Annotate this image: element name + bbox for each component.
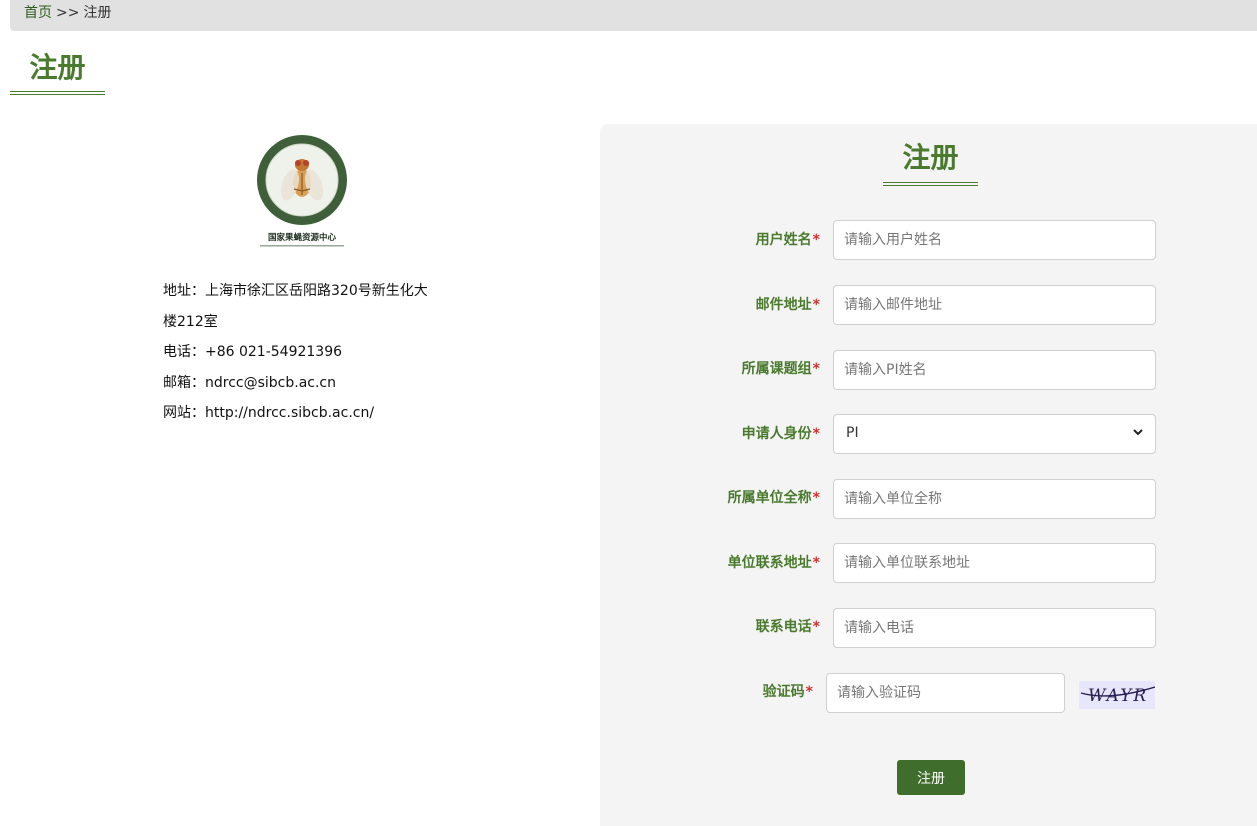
- required-mark: *: [812, 490, 820, 506]
- phone-label: 联系电话*: [755, 619, 820, 635]
- inst-address-label: 单位联系地址*: [727, 555, 820, 571]
- required-mark: *: [805, 684, 813, 700]
- logo: 国家果蝇资源中心: [257, 135, 347, 247]
- role-label: 申请人身份*: [741, 426, 820, 442]
- logo-caption: 国家果蝇资源中心: [268, 232, 337, 243]
- contact-phone: 电话：+86 021-54921396: [163, 344, 343, 360]
- username-input[interactable]: [833, 220, 1156, 260]
- group-input[interactable]: [833, 350, 1156, 390]
- contact-info: 地址：上海市徐汇区岳阳路320号新生化大 楼212室 电话：+86 021-54…: [163, 276, 463, 429]
- breadcrumb-separator: >>: [56, 5, 80, 21]
- username-label: 用户姓名*: [755, 232, 820, 248]
- contact-website: 网站：http://ndrcc.sibcb.ac.cn/: [163, 405, 375, 421]
- required-mark: *: [812, 297, 820, 313]
- required-mark: *: [812, 426, 820, 442]
- page-title: 注册: [29, 51, 86, 84]
- register-submit-button[interactable]: 注册: [897, 760, 965, 795]
- institution-input[interactable]: [833, 479, 1156, 519]
- breadcrumb: 首页 >> 注册: [10, 0, 1257, 31]
- captcha-image[interactable]: WAYR: [1079, 681, 1155, 709]
- required-mark: *: [812, 232, 820, 248]
- page-title-underline: [10, 91, 105, 95]
- email-input[interactable]: [833, 285, 1156, 325]
- captcha-label: 验证码*: [762, 684, 813, 700]
- phone-input[interactable]: [833, 608, 1156, 648]
- role-select-value: PI: [846, 425, 859, 441]
- contact-email: 邮箱：ndrcc@sibcb.ac.cn: [163, 374, 337, 391]
- required-mark: *: [812, 619, 820, 635]
- inst-address-input[interactable]: [833, 543, 1156, 583]
- role-select[interactable]: PI: [833, 414, 1156, 454]
- group-label: 所属课题组*: [741, 361, 820, 377]
- captcha-input[interactable]: [826, 673, 1065, 713]
- form-title-underline: [883, 182, 978, 186]
- required-mark: *: [812, 361, 820, 377]
- breadcrumb-current: 注册: [83, 5, 112, 21]
- breadcrumb-home-link[interactable]: 首页: [24, 5, 52, 21]
- contact-address-line2: 楼212室: [163, 313, 218, 330]
- institution-label: 所属单位全称*: [727, 490, 820, 506]
- form-title: 注册: [902, 141, 959, 174]
- contact-address-line1: 地址：上海市徐汇区岳阳路320号新生化大: [163, 283, 428, 299]
- chevron-down-icon: [1133, 429, 1143, 436]
- required-mark: *: [812, 555, 820, 571]
- email-label: 邮件地址*: [755, 297, 820, 313]
